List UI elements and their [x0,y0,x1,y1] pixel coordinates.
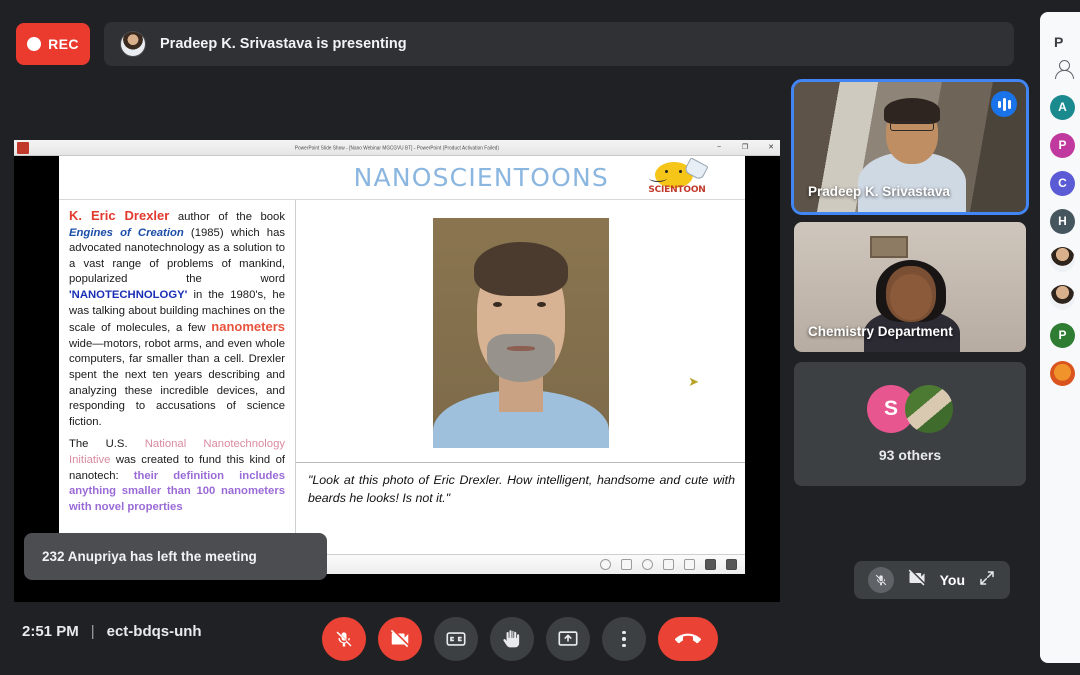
drexler-portrait-photo [432,218,609,448]
panel-person-icon-row [1040,50,1080,88]
previous-slide-icon[interactable] [600,559,611,570]
meeting-code: ect-bdqs-unh [106,623,202,640]
p1-mid1: author of the book [169,211,285,223]
participants-panel[interactable]: P A P C H P [1040,12,1080,663]
presenter-view-icon[interactable] [705,559,716,570]
others-avatars: S [867,385,953,433]
recording-badge[interactable]: REC [16,23,90,65]
others-avatar-photo [905,385,953,433]
powerpoint-window-title: PowerPoint Slide Show - [Nano Webinar MG… [294,144,500,151]
raise-hand-button[interactable] [490,617,534,661]
p1-tail: wide—motors, robot arms, and even whole … [69,337,285,428]
microphone-off-button[interactable] [322,617,366,661]
record-dot-icon [27,37,42,51]
self-view-controls[interactable]: You [854,561,1010,599]
notification-toast: 232 Anupriya has left the meeting [24,533,327,580]
participant-row[interactable]: P [1040,316,1080,354]
minimize-icon[interactable]: − [712,144,726,151]
captions-button[interactable] [434,617,478,661]
close-icon[interactable]: ✕ [764,144,778,151]
participants-panel-title: P [1054,34,1064,50]
mouse-cursor-icon: ➤ [688,374,699,389]
next-slide-icon[interactable] [642,559,653,570]
info-separator: | [90,623,95,640]
participant-tiles: Pradeep K. Srivastava Chemistry Departme… [791,79,1029,486]
participant-row[interactable] [1040,354,1080,392]
others-count-label: 93 others [878,447,942,463]
presenting-label: Pradeep K. Srivastava is presenting [160,36,407,52]
participant-avatar: C [1050,170,1075,196]
pen-tool-icon[interactable] [621,559,632,570]
others-tile[interactable]: S 93 others [794,362,1026,486]
nanometers-word: nanometers [211,319,285,335]
toast-message: 232 Anupriya has left the meeting [42,549,257,564]
current-time: 2:51 PM [22,623,79,640]
slide-canvas: NANOSCIENTOONS SCIENTOON K. Eric Drexler… [59,156,745,554]
restore-icon[interactable]: ❐ [738,144,752,151]
participant-avatar [1050,360,1075,386]
presenter-avatar [120,31,146,57]
participant-avatar: P [1050,322,1075,348]
participant-avatar: H [1050,208,1075,234]
end-call-button[interactable] [658,617,718,661]
participant-row[interactable]: P [1040,126,1080,164]
participant-avatar-photo [1050,284,1075,310]
participant-row[interactable]: H [1040,202,1080,240]
participant-row[interactable]: C [1040,164,1080,202]
participant-avatar-photo [1050,246,1075,272]
slide-text-column: K. Eric Drexler author of the book Engin… [59,200,296,554]
recording-label: REC [48,36,79,52]
more-options-button[interactable] [602,617,646,661]
bottom-bar: 2:51 PM | ect-bdqs-unh [0,603,1040,675]
slide-paragraph-1: K. Eric Drexler author of the book Engin… [69,208,285,430]
powerpoint-title-bar: PowerPoint Slide Show - [Nano Webinar MG… [14,140,780,156]
drexler-name: K. Eric Drexler [69,208,170,223]
self-view-label: You [939,572,965,588]
scientoon-logo-text: SCIENTOON [648,184,706,195]
tile-name-presenter: Pradeep K. Srivastava [808,184,950,199]
meeting-app: REC Pradeep K. Srivastava is presenting … [0,0,1080,675]
caption-area: "Look at this photo of Eric Drexler. How… [296,462,745,554]
photo-area: ➤ [296,200,745,462]
present-screen-button[interactable] [546,617,590,661]
window-buttons: − ❐ ✕ [712,144,778,151]
p2-lead: The U.S. [69,438,145,451]
video-tile-chemistry-department[interactable]: Chemistry Department [794,222,1026,352]
tile-name-chemistry: Chemistry Department [808,324,953,339]
slide-photo-column: ➤ "Look at this photo of Eric Drexler. H… [296,200,745,554]
participant-avatar: A [1050,94,1075,120]
participant-row[interactable] [1040,278,1080,316]
speaking-indicator-icon [991,91,1017,117]
participant-avatar: P [1050,132,1075,158]
participant-row[interactable] [1040,240,1080,278]
person-icon [1052,58,1074,80]
nanotechnology-word: 'NANOTECHNOLOGY' [69,288,188,301]
camera-off-button[interactable] [378,617,422,661]
presenting-banner[interactable]: Pradeep K. Srivastava is presenting [104,22,1014,66]
zoom-slide-icon[interactable] [684,559,695,570]
slide-caption: "Look at this photo of Eric Drexler. How… [308,473,735,505]
more-options-icon [622,630,626,648]
self-camera-off-icon[interactable] [907,568,927,593]
self-mic-off-icon[interactable] [868,567,895,593]
slide-grid-icon[interactable] [663,559,674,570]
call-controls [322,617,718,661]
more-slideshow-options-icon[interactable] [726,559,737,570]
video-tile-presenter[interactable]: Pradeep K. Srivastava [791,79,1029,215]
slide-paragraph-2: The U.S. National Nanotechnology Initiat… [69,437,285,515]
expand-self-view-icon[interactable] [978,569,996,592]
slide-body: K. Eric Drexler author of the book Engin… [59,200,745,554]
slide-title: NANOSCIENTOONS [353,163,609,192]
book-title: Engines of Creation [69,226,184,239]
meeting-info: 2:51 PM | ect-bdqs-unh [22,623,202,640]
slide-header: NANOSCIENTOONS SCIENTOON [59,156,745,200]
participant-row[interactable]: A [1040,88,1080,126]
scientoon-logo-icon: SCIENTOON [639,156,715,195]
top-bar: REC Pradeep K. Srivastava is presenting [0,16,1040,72]
